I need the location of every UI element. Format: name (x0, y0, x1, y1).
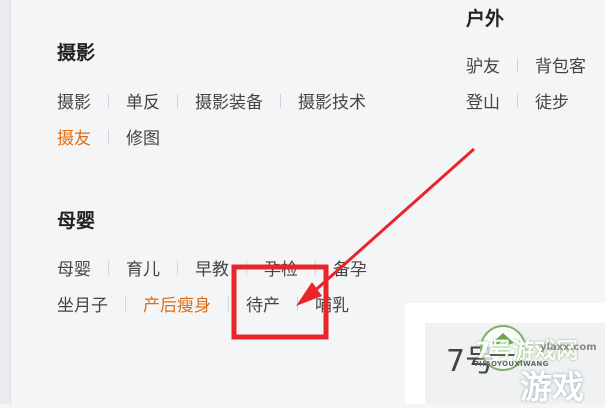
annotation-overlay (231, 147, 475, 340)
annotation-arrow-line (309, 147, 475, 297)
annotation-arrow-head (296, 282, 322, 306)
annotation-highlight-box (231, 264, 329, 340)
